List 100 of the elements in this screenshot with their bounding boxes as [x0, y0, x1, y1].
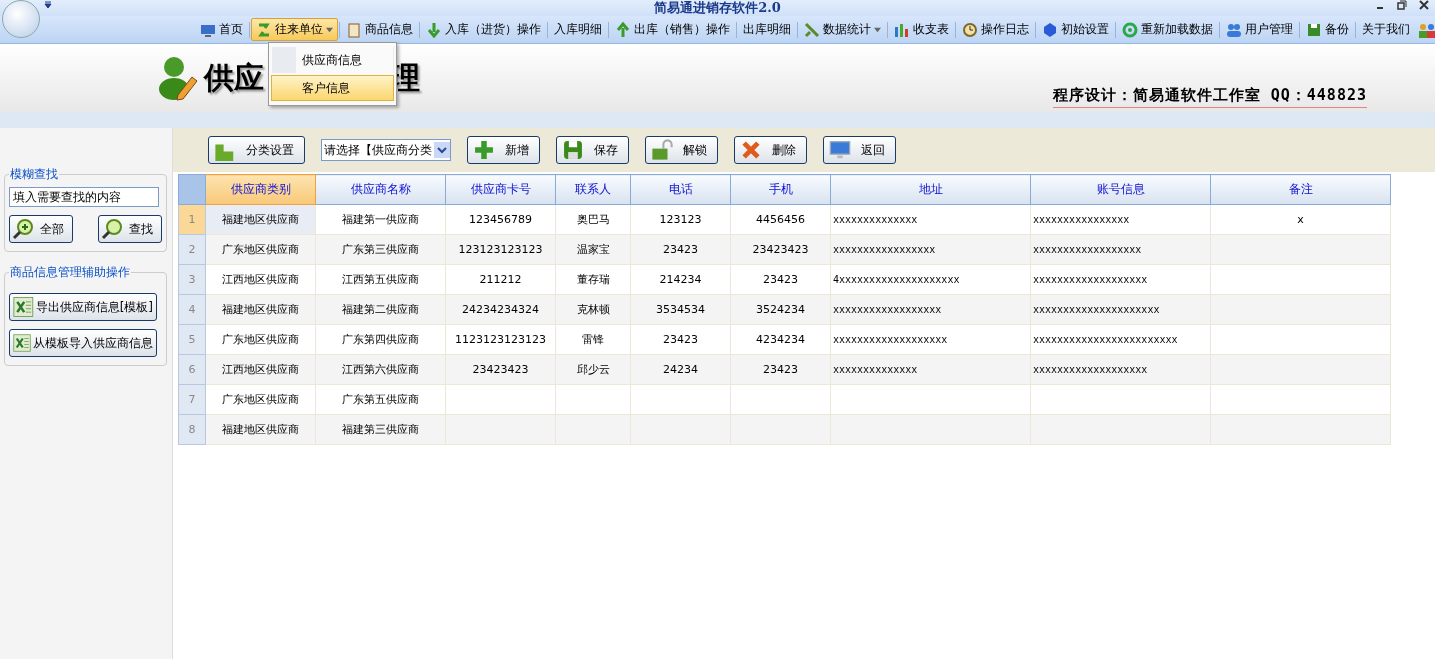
table-cell: 123456789: [445, 204, 556, 235]
menu-item[interactable]: 关于我们: [1357, 18, 1415, 41]
group-title: 商品信息管理辅助操作: [9, 264, 131, 281]
table-cell: 奥巴马: [555, 204, 631, 235]
table-cell: xxxxxxxxxxxxxxxxxxx: [830, 324, 1031, 355]
table-cell: 温家宝: [555, 234, 631, 265]
search-field[interactable]: 填入需要查找的内容: [9, 187, 159, 207]
clipboard-icon: [346, 21, 362, 38]
table-cell: 3524234: [730, 294, 831, 325]
dropdown-item[interactable]: 供应商信息: [271, 47, 394, 73]
zoom-in-icon: [12, 218, 34, 240]
hexagon-icon: [1042, 21, 1058, 38]
table-cell: xxxxxxxxxxxxxxxxxxx: [1030, 264, 1211, 295]
clock-icon: [962, 21, 978, 38]
table-cell: 广东地区供应商: [205, 234, 316, 265]
menu-item[interactable]: 收支表: [889, 18, 954, 41]
table-cell: 23423423: [445, 354, 556, 385]
menu-item[interactable]: 操作日志: [957, 18, 1034, 41]
menu-item[interactable]: 初始设置: [1037, 18, 1114, 41]
table-cell: 江西地区供应商: [205, 264, 316, 295]
table-cell: 1123123123123: [445, 324, 556, 355]
table-cell: xxxxxxxxxxxxxxxxxxxxxxxx: [1030, 324, 1211, 355]
menu-item[interactable]: 入库明细: [549, 18, 607, 41]
table-cell: 214234: [630, 264, 731, 295]
table-cell: 广东第五供应商: [315, 384, 446, 415]
toolbar-button[interactable]: 删除: [734, 136, 807, 164]
table-cell: 广东第三供应商: [315, 234, 446, 265]
users-icon: [1226, 21, 1242, 38]
table-cell: 123123: [630, 204, 731, 235]
table-cell: 福建第二供应商: [315, 294, 446, 325]
refresh-icon: [1122, 21, 1138, 38]
table-cell: 雷锋: [555, 324, 631, 355]
credit-text: 程序设计：简易通软件工作室 QQ：448823: [1052, 86, 1367, 108]
up-arrow-icon: [615, 21, 631, 38]
table-cell: 4234234: [730, 324, 831, 355]
column-header[interactable]: 备注: [1210, 174, 1391, 205]
dropdown-icon[interactable]: [44, 1, 52, 9]
table-cell: 123123123123: [445, 234, 556, 265]
table-cell: 江西第六供应商: [315, 354, 446, 385]
table-cell: 克林顿: [555, 294, 631, 325]
toolbar-button[interactable]: 新增: [467, 136, 540, 164]
monitor-icon: [827, 139, 853, 161]
menu-item[interactable]: 备份: [1301, 18, 1354, 41]
chevron-down-icon: [434, 142, 450, 158]
close-icon[interactable]: [1419, 0, 1429, 10]
menu-item[interactable]: 往来单位: [251, 18, 338, 41]
bar-chart-icon: [894, 21, 910, 38]
column-header[interactable]: 账号信息: [1030, 174, 1211, 205]
column-header[interactable]: 供应商卡号: [445, 174, 556, 205]
down-arrow-icon: [426, 21, 442, 38]
dropdown-item[interactable]: 客户信息: [271, 75, 394, 101]
menu-item[interactable]: 出库（销售）操作: [610, 18, 735, 41]
table-cell: 福建地区供应商: [205, 294, 316, 325]
table-cell: 广东地区供应商: [205, 324, 316, 355]
excel-button[interactable]: 从模板导入供应商信息: [9, 329, 157, 357]
table-cell: 福建地区供应商: [205, 204, 316, 235]
unlock-icon: [649, 139, 675, 161]
restore-icon[interactable]: [1397, 0, 1407, 10]
table-cell: 福建第三供应商: [315, 414, 446, 445]
category-button[interactable]: 分类设置: [208, 136, 305, 164]
table-cell: x: [1210, 204, 1391, 235]
category-select[interactable]: 请选择【供应商分类: [321, 139, 451, 161]
menu-item[interactable]: 重新加载数据: [1117, 18, 1218, 41]
table-cell: xxxxxxxxxxxxxx: [830, 354, 1031, 385]
menu-item[interactable]: 入库（进货）操作: [421, 18, 546, 41]
window-title: 简易通进销存软件2.0: [654, 0, 781, 17]
table-cell: 江西地区供应商: [205, 354, 316, 385]
toolbar-button[interactable]: 返回: [823, 136, 896, 164]
column-header[interactable]: 供应商名称: [315, 174, 446, 205]
table-cell: 广东地区供应商: [205, 384, 316, 415]
menu-item[interactable]: 用户管理: [1221, 18, 1298, 41]
column-header[interactable]: 手机: [730, 174, 831, 205]
search-button[interactable]: 查找: [98, 215, 162, 243]
column-header[interactable]: 供应商类别: [205, 174, 316, 205]
table-cell: 邱少云: [555, 354, 631, 385]
table-cell: 董存瑞: [555, 264, 631, 295]
toolbar-button[interactable]: 解锁: [645, 136, 718, 164]
table-cell: 江西第五供应商: [315, 264, 446, 295]
table-cell: xxxxxxxxxxxxxxxxx: [830, 234, 1031, 265]
table-cell: 23423: [630, 324, 731, 355]
excel-button[interactable]: 导出供应商信息[模板]: [9, 293, 157, 321]
search-icon: [101, 218, 123, 240]
table-cell: 广东第四供应商: [315, 324, 446, 355]
menu-item[interactable]: 数据统计: [799, 18, 886, 41]
column-header[interactable]: 联系人: [555, 174, 631, 205]
column-header[interactable]: 地址: [830, 174, 1031, 205]
search-button[interactable]: 全部: [9, 215, 73, 243]
menu-item[interactable]: 首页: [195, 18, 248, 41]
table-cell: xxxxxxxxxxxxxxxxxx: [830, 294, 1031, 325]
table-cell: xxxxxxxxxxxxxx: [830, 204, 1031, 235]
column-header[interactable]: 电话: [630, 174, 731, 205]
page-title: 供应: [204, 58, 264, 97]
save-icon: [1306, 21, 1322, 38]
table-cell: 23423: [730, 354, 831, 385]
menu-item[interactable]: 出库明细: [738, 18, 796, 41]
toolbar-button[interactable]: 保存: [556, 136, 629, 164]
table-cell: 福建地区供应商: [205, 414, 316, 445]
spreadsheet-icon: [13, 332, 31, 354]
users-icon[interactable]: [1419, 21, 1435, 38]
menu-item[interactable]: 商品信息: [341, 18, 418, 41]
